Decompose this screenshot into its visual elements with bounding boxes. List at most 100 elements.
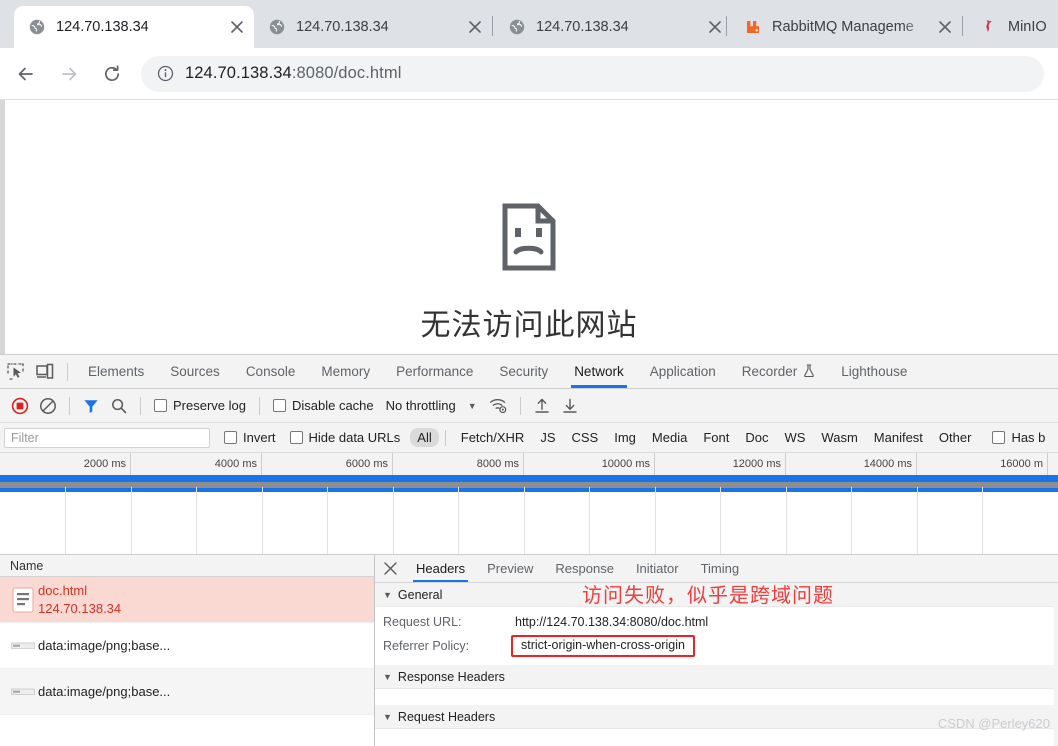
disable-cache-checkbox[interactable]: Disable cache <box>272 398 374 413</box>
header-row-request-url: Request URL: http://124.70.138.34:8080/d… <box>375 611 1058 633</box>
info-circle-icon[interactable] <box>155 64 175 84</box>
ruler-tick-7: 14000 ms <box>786 453 917 475</box>
browser-tab-5[interactable]: MinIO <box>966 6 1058 48</box>
address-bar-url: 124.70.138.34:8080/doc.html <box>185 64 401 83</box>
filter-type-js[interactable]: JS <box>533 428 562 447</box>
search-icon[interactable] <box>105 393 133 419</box>
tab-divider <box>726 16 727 36</box>
devtools-tab-application[interactable]: Application <box>637 355 729 388</box>
toolbar-divider <box>69 396 70 415</box>
export-har-icon[interactable] <box>556 393 584 419</box>
devtools-tab-security[interactable]: Security <box>486 355 561 388</box>
browser-tab-4[interactable]: RabbitMQ Manageme <box>730 6 962 48</box>
address-host: 124.70.138.34 <box>185 64 292 82</box>
hide-data-urls-checkbox[interactable]: Hide data URLs <box>289 430 401 445</box>
filter-type-img[interactable]: Img <box>607 428 643 447</box>
table-row[interactable]: data:image/png;base... <box>0 623 374 669</box>
minio-icon <box>980 19 997 36</box>
browser-tab-4-close-icon[interactable] <box>934 16 956 38</box>
row-text-group: doc.html 124.70.138.34 <box>38 582 121 617</box>
devtools-tab-elements[interactable]: Elements <box>75 355 157 388</box>
browser-tab-2-close-icon[interactable] <box>464 16 486 38</box>
tab-divider <box>492 16 493 36</box>
address-path: :8080/doc.html <box>291 64 402 82</box>
hide-data-urls-label: Hide data URLs <box>308 430 401 445</box>
preserve-log-checkbox[interactable]: Preserve log <box>154 398 246 413</box>
inspect-element-icon[interactable] <box>0 355 30 388</box>
browser-tab-5-title: MinIO <box>1008 19 1047 35</box>
browser-tab-1-close-icon[interactable] <box>226 16 248 38</box>
clear-prohibited-icon[interactable] <box>34 393 62 419</box>
filter-type-font[interactable]: Font <box>696 428 736 447</box>
filter-input[interactable]: Filter <box>4 427 210 448</box>
overview-gridlines <box>0 487 1058 554</box>
ruler-tick-6: 12000 ms <box>655 453 786 475</box>
detail-tab-timing[interactable]: Timing <box>690 555 751 582</box>
devtools-tab-lighthouse-label: Lighthouse <box>841 364 908 379</box>
network-column-header-name[interactable]: Name <box>0 555 374 577</box>
detail-tab-response[interactable]: Response <box>544 555 625 582</box>
devtools-tab-sources-label: Sources <box>170 364 220 379</box>
browser-tab-2[interactable]: 124.70.138.34 <box>254 6 492 48</box>
disable-cache-label: Disable cache <box>291 398 374 413</box>
devtools-tab-bar: Elements Sources Console Memory Performa… <box>0 355 1058 389</box>
tab-divider <box>962 16 963 36</box>
devtools-tab-network[interactable]: Network <box>561 355 637 388</box>
back-arrow-icon[interactable] <box>9 57 43 91</box>
filter-funnel-icon[interactable] <box>77 393 105 419</box>
detail-tab-initiator-label: Initiator <box>635 561 679 576</box>
has-blocked-cookies-label: Has b <box>1011 430 1046 445</box>
filter-type-fetch-xhr[interactable]: Fetch/XHR <box>454 428 532 447</box>
flask-icon <box>803 363 815 380</box>
header-key: Request URL: <box>383 615 462 629</box>
network-detail-pane: Headers Preview Response Initiator Timin… <box>375 555 1058 746</box>
toolbar-divider <box>140 396 141 415</box>
has-blocked-cookies-checkbox[interactable]: Has b <box>992 430 1045 445</box>
browser-tab-3[interactable]: 124.70.138.34 <box>494 6 732 48</box>
detail-scrollbar[interactable] <box>1054 583 1058 746</box>
section-response-headers[interactable]: ▼ Response Headers <box>375 665 1058 689</box>
invert-checkbox[interactable]: Invert <box>224 430 276 445</box>
filter-type-manifest[interactable]: Manifest <box>867 428 930 447</box>
reload-icon[interactable] <box>95 57 129 91</box>
filter-type-wasm[interactable]: Wasm <box>814 428 864 447</box>
network-lower-split: Name doc.html 124.70.138.34 data:image/p… <box>0 555 1058 746</box>
devtools-tab-sources[interactable]: Sources <box>157 355 233 388</box>
close-icon[interactable] <box>375 555 405 582</box>
record-stop-icon[interactable] <box>6 393 34 419</box>
filter-type-other[interactable]: Other <box>932 428 979 447</box>
filter-type-media[interactable]: Media <box>645 428 694 447</box>
detail-tab-preview[interactable]: Preview <box>476 555 544 582</box>
browser-tab-3-close-icon[interactable] <box>704 16 726 38</box>
error-title: 无法访问此网站 <box>420 309 638 342</box>
throttling-dropdown[interactable]: No throttling ▼ <box>386 398 477 413</box>
filter-type-ws[interactable]: WS <box>777 428 812 447</box>
network-overview[interactable]: 2000 ms 4000 ms 6000 ms 8000 ms 10000 ms… <box>0 453 1058 555</box>
devtools-tab-memory[interactable]: Memory <box>308 355 383 388</box>
import-har-icon[interactable] <box>528 393 556 419</box>
detail-tab-headers[interactable]: Headers <box>405 555 476 582</box>
table-row[interactable]: data:image/png;base... <box>0 669 374 715</box>
image-thumbnail-icon <box>8 640 38 652</box>
timeline-ruler: 2000 ms 4000 ms 6000 ms 8000 ms 10000 ms… <box>0 453 1058 475</box>
toolbar-divider <box>519 396 521 415</box>
device-toolbar-icon[interactable] <box>30 355 60 388</box>
row-text-group: data:image/png;base... <box>38 683 170 701</box>
network-conditions-icon[interactable] <box>485 393 513 419</box>
filter-type-all[interactable]: All <box>410 428 439 447</box>
devtools-tab-elements-label: Elements <box>88 364 145 379</box>
filter-type-doc[interactable]: Doc <box>738 428 775 447</box>
address-bar[interactable]: 124.70.138.34:8080/doc.html <box>141 55 1044 92</box>
filter-type-css[interactable]: CSS <box>565 428 606 447</box>
devtools-tab-lighthouse[interactable]: Lighthouse <box>828 355 920 388</box>
globe-icon <box>28 19 45 36</box>
devtools-tab-recorder[interactable]: Recorder <box>729 355 829 388</box>
detail-tab-initiator[interactable]: Initiator <box>625 555 690 582</box>
devtools-tab-console[interactable]: Console <box>233 355 309 388</box>
devtools-tab-performance[interactable]: Performance <box>383 355 486 388</box>
checkbox-box <box>992 431 1006 444</box>
table-row[interactable]: doc.html 124.70.138.34 <box>0 577 374 623</box>
ruler-tick-3: 6000 ms <box>262 453 393 475</box>
overview-band-top <box>0 475 1058 482</box>
browser-tab-1[interactable]: 124.70.138.34 <box>14 6 254 48</box>
